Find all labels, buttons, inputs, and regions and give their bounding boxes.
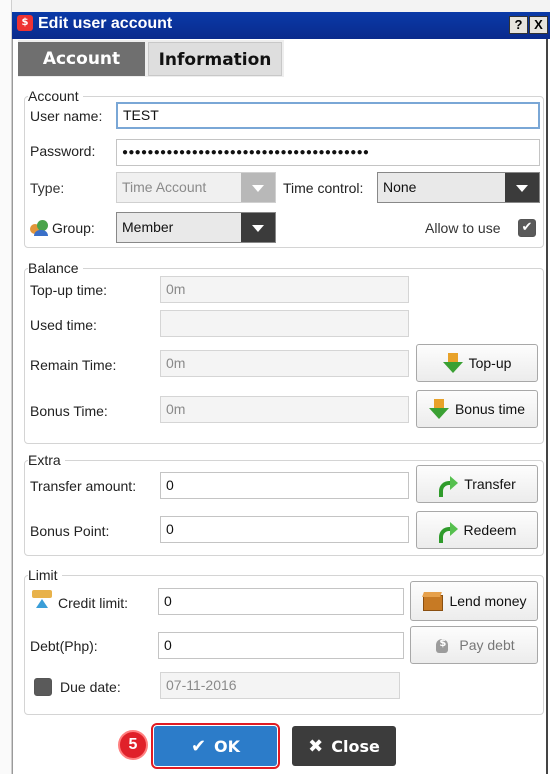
redeem-button[interactable]: Redeem — [416, 511, 538, 549]
time-control-value: None — [383, 179, 417, 195]
due-date-field: 07-11-2016 — [160, 672, 400, 699]
account-legend: Account — [28, 88, 83, 104]
password-label: Password: — [30, 143, 96, 159]
topup-time-field: 0m — [160, 276, 409, 303]
due-date-checkbox[interactable] — [34, 678, 52, 696]
bonus-time-label: Bonus Time: — [30, 403, 108, 419]
type-select: Time Account — [116, 172, 276, 203]
tab-account[interactable]: Account — [18, 42, 145, 76]
bonus-time-field: 0m — [160, 396, 409, 423]
group-select[interactable]: Member — [116, 212, 276, 243]
used-time-field — [160, 310, 409, 337]
allow-to-use-label: Allow to use — [425, 220, 501, 236]
ok-button-label: OK — [214, 736, 241, 756]
chevron-down-icon[interactable] — [241, 213, 275, 242]
ok-button[interactable]: ✔ OK — [154, 726, 277, 766]
topup-button[interactable]: Top-up — [416, 344, 538, 382]
help-button[interactable]: ? — [509, 16, 528, 34]
transfer-button[interactable]: Transfer — [416, 465, 538, 503]
bonus-point-label: Bonus Point: — [30, 523, 110, 539]
credit-limit-input[interactable]: 0 — [158, 588, 404, 615]
credit-limit-label: Credit limit: — [58, 595, 129, 611]
group-label: Group: — [52, 220, 95, 236]
debt-label: Debt(Php): — [30, 638, 98, 654]
due-date-label: Due date: — [60, 679, 121, 695]
background-panel — [0, 0, 12, 774]
username-label: User name: — [30, 108, 103, 124]
credit-limit-icon — [32, 590, 52, 610]
group-users-icon — [30, 218, 50, 236]
lend-money-button-label: Lend money — [449, 593, 527, 609]
extra-legend: Extra — [28, 452, 65, 468]
used-time-label: Used time: — [30, 317, 97, 333]
transfer-amount-input[interactable]: 0 — [160, 472, 409, 499]
bonus-time-button[interactable]: Bonus time — [416, 390, 538, 428]
close-button[interactable]: ✖ Close — [292, 726, 396, 766]
username-input[interactable]: TEST — [116, 102, 540, 129]
app-icon: $ — [17, 15, 33, 31]
redeem-button-label: Redeem — [463, 522, 517, 538]
tab-information[interactable]: Information — [148, 42, 282, 76]
remain-time-label: Remain Time: — [30, 357, 117, 373]
lend-money-button[interactable]: Lend money — [410, 581, 538, 621]
time-control-select[interactable]: None — [377, 172, 540, 203]
money-bag-icon — [433, 635, 453, 655]
debt-input[interactable]: 0 — [158, 632, 404, 659]
password-input[interactable]: ●●●●●●●●●●●●●●●●●●●●●●●●●●●●●●●●●●●●●●● — [116, 139, 540, 166]
window-title: Edit user account — [38, 15, 173, 32]
background-strip — [0, 0, 550, 12]
balance-legend: Balance — [28, 260, 83, 276]
transfer-button-label: Transfer — [464, 476, 516, 492]
pay-debt-button-label: Pay debt — [459, 637, 515, 653]
remain-time-field: 0m — [160, 350, 409, 377]
download-arrow-icon — [442, 353, 463, 373]
close-button-label: Close — [331, 736, 380, 756]
bonus-point-input[interactable]: 0 — [160, 516, 409, 543]
close-icon: ✖ — [308, 735, 324, 757]
pay-debt-button: Pay debt — [410, 626, 538, 664]
check-icon: ✔ — [190, 735, 207, 757]
step-badge: 5 — [118, 730, 148, 760]
chevron-down-icon — [241, 173, 275, 202]
limit-legend: Limit — [28, 567, 62, 583]
allow-to-use-checkbox[interactable] — [518, 219, 536, 237]
chevron-down-icon[interactable] — [505, 173, 539, 202]
topup-button-label: Top-up — [468, 355, 512, 371]
transfer-amount-label: Transfer amount: — [30, 478, 137, 494]
time-control-label: Time control: — [283, 180, 364, 196]
download-arrow-icon — [428, 399, 449, 419]
topup-time-label: Top-up time: — [30, 282, 108, 298]
forward-arrow-icon — [438, 475, 459, 497]
type-label: Type: — [30, 180, 65, 196]
group-select-value: Member — [122, 219, 174, 235]
bonus-time-button-label: Bonus time — [454, 401, 526, 417]
money-box-icon — [421, 591, 444, 611]
close-window-button[interactable]: X — [529, 16, 548, 34]
forward-arrow-icon — [438, 521, 458, 543]
type-select-value: Time Account — [122, 179, 207, 195]
